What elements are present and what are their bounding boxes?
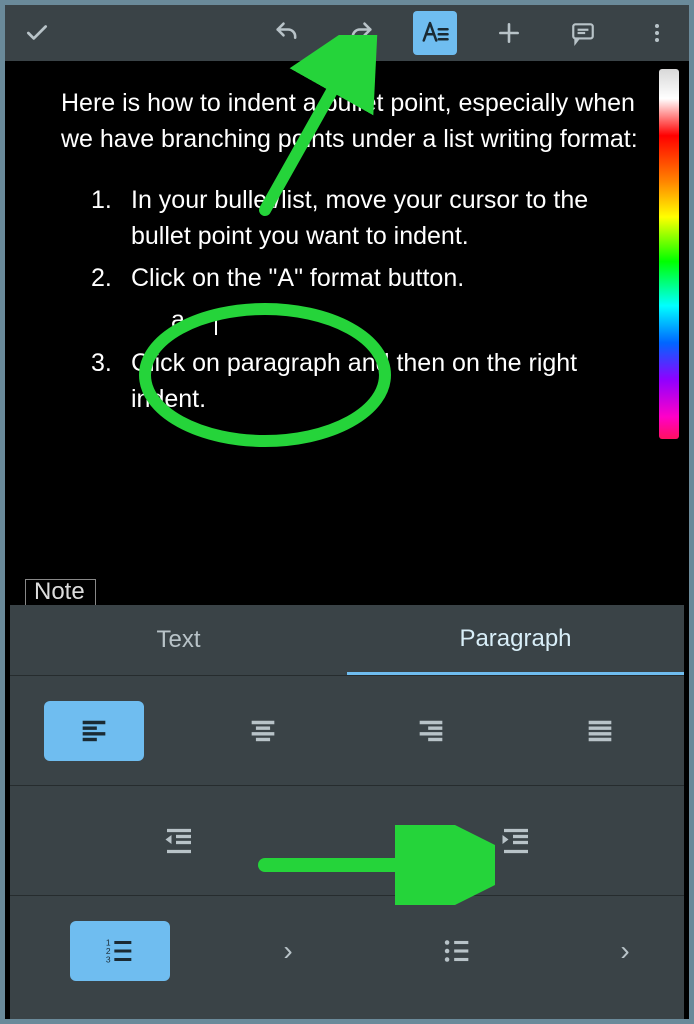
align-left-button[interactable]: [10, 676, 179, 785]
align-row: [10, 675, 684, 785]
tab-paragraph[interactable]: Paragraph: [347, 605, 684, 675]
bulleted-list-expand[interactable]: ›: [566, 896, 684, 1005]
numbered-list: In your bullet/list, move your cursor to…: [61, 182, 649, 418]
color-picker-strip[interactable]: [659, 69, 679, 439]
add-button[interactable]: [487, 11, 531, 55]
text-cursor: [215, 309, 217, 335]
numbered-list-button[interactable]: 1 2 3: [10, 896, 229, 1005]
undo-button[interactable]: [265, 11, 309, 55]
indent-row: [10, 785, 684, 895]
more-button[interactable]: [635, 11, 679, 55]
done-button[interactable]: [15, 11, 59, 55]
svg-text:3: 3: [105, 954, 110, 964]
increase-indent-button[interactable]: [347, 786, 684, 895]
format-panel: Text Paragraph: [10, 605, 684, 1019]
align-justify-button[interactable]: [516, 676, 685, 785]
align-center-button[interactable]: [179, 676, 348, 785]
format-button[interactable]: [413, 11, 457, 55]
list-item[interactable]: Click on paragraph and then on the right…: [91, 345, 649, 418]
redo-button[interactable]: [339, 11, 383, 55]
panel-tabs: Text Paragraph: [10, 605, 684, 675]
align-right-button[interactable]: [347, 676, 516, 785]
bulleted-list-button[interactable]: [347, 896, 566, 1005]
document-editor[interactable]: Here is how to indent a bullet point, es…: [5, 61, 689, 579]
top-toolbar: [5, 5, 689, 61]
chevron-right-icon: ›: [620, 935, 629, 967]
list-item[interactable]: Click on the "A" format button.: [91, 260, 649, 339]
sub-list-item[interactable]: [171, 302, 649, 338]
chevron-right-icon: ›: [283, 935, 292, 967]
numbered-list-expand[interactable]: ›: [229, 896, 347, 1005]
list-type-row: 1 2 3 › ›: [10, 895, 684, 1005]
tab-text[interactable]: Text: [10, 605, 347, 675]
intro-text: Here is how to indent a bullet point, es…: [61, 85, 649, 158]
sub-list: [131, 302, 649, 338]
comment-button[interactable]: [561, 11, 605, 55]
list-item[interactable]: In your bullet/list, move your cursor to…: [91, 182, 649, 255]
decrease-indent-button[interactable]: [10, 786, 347, 895]
